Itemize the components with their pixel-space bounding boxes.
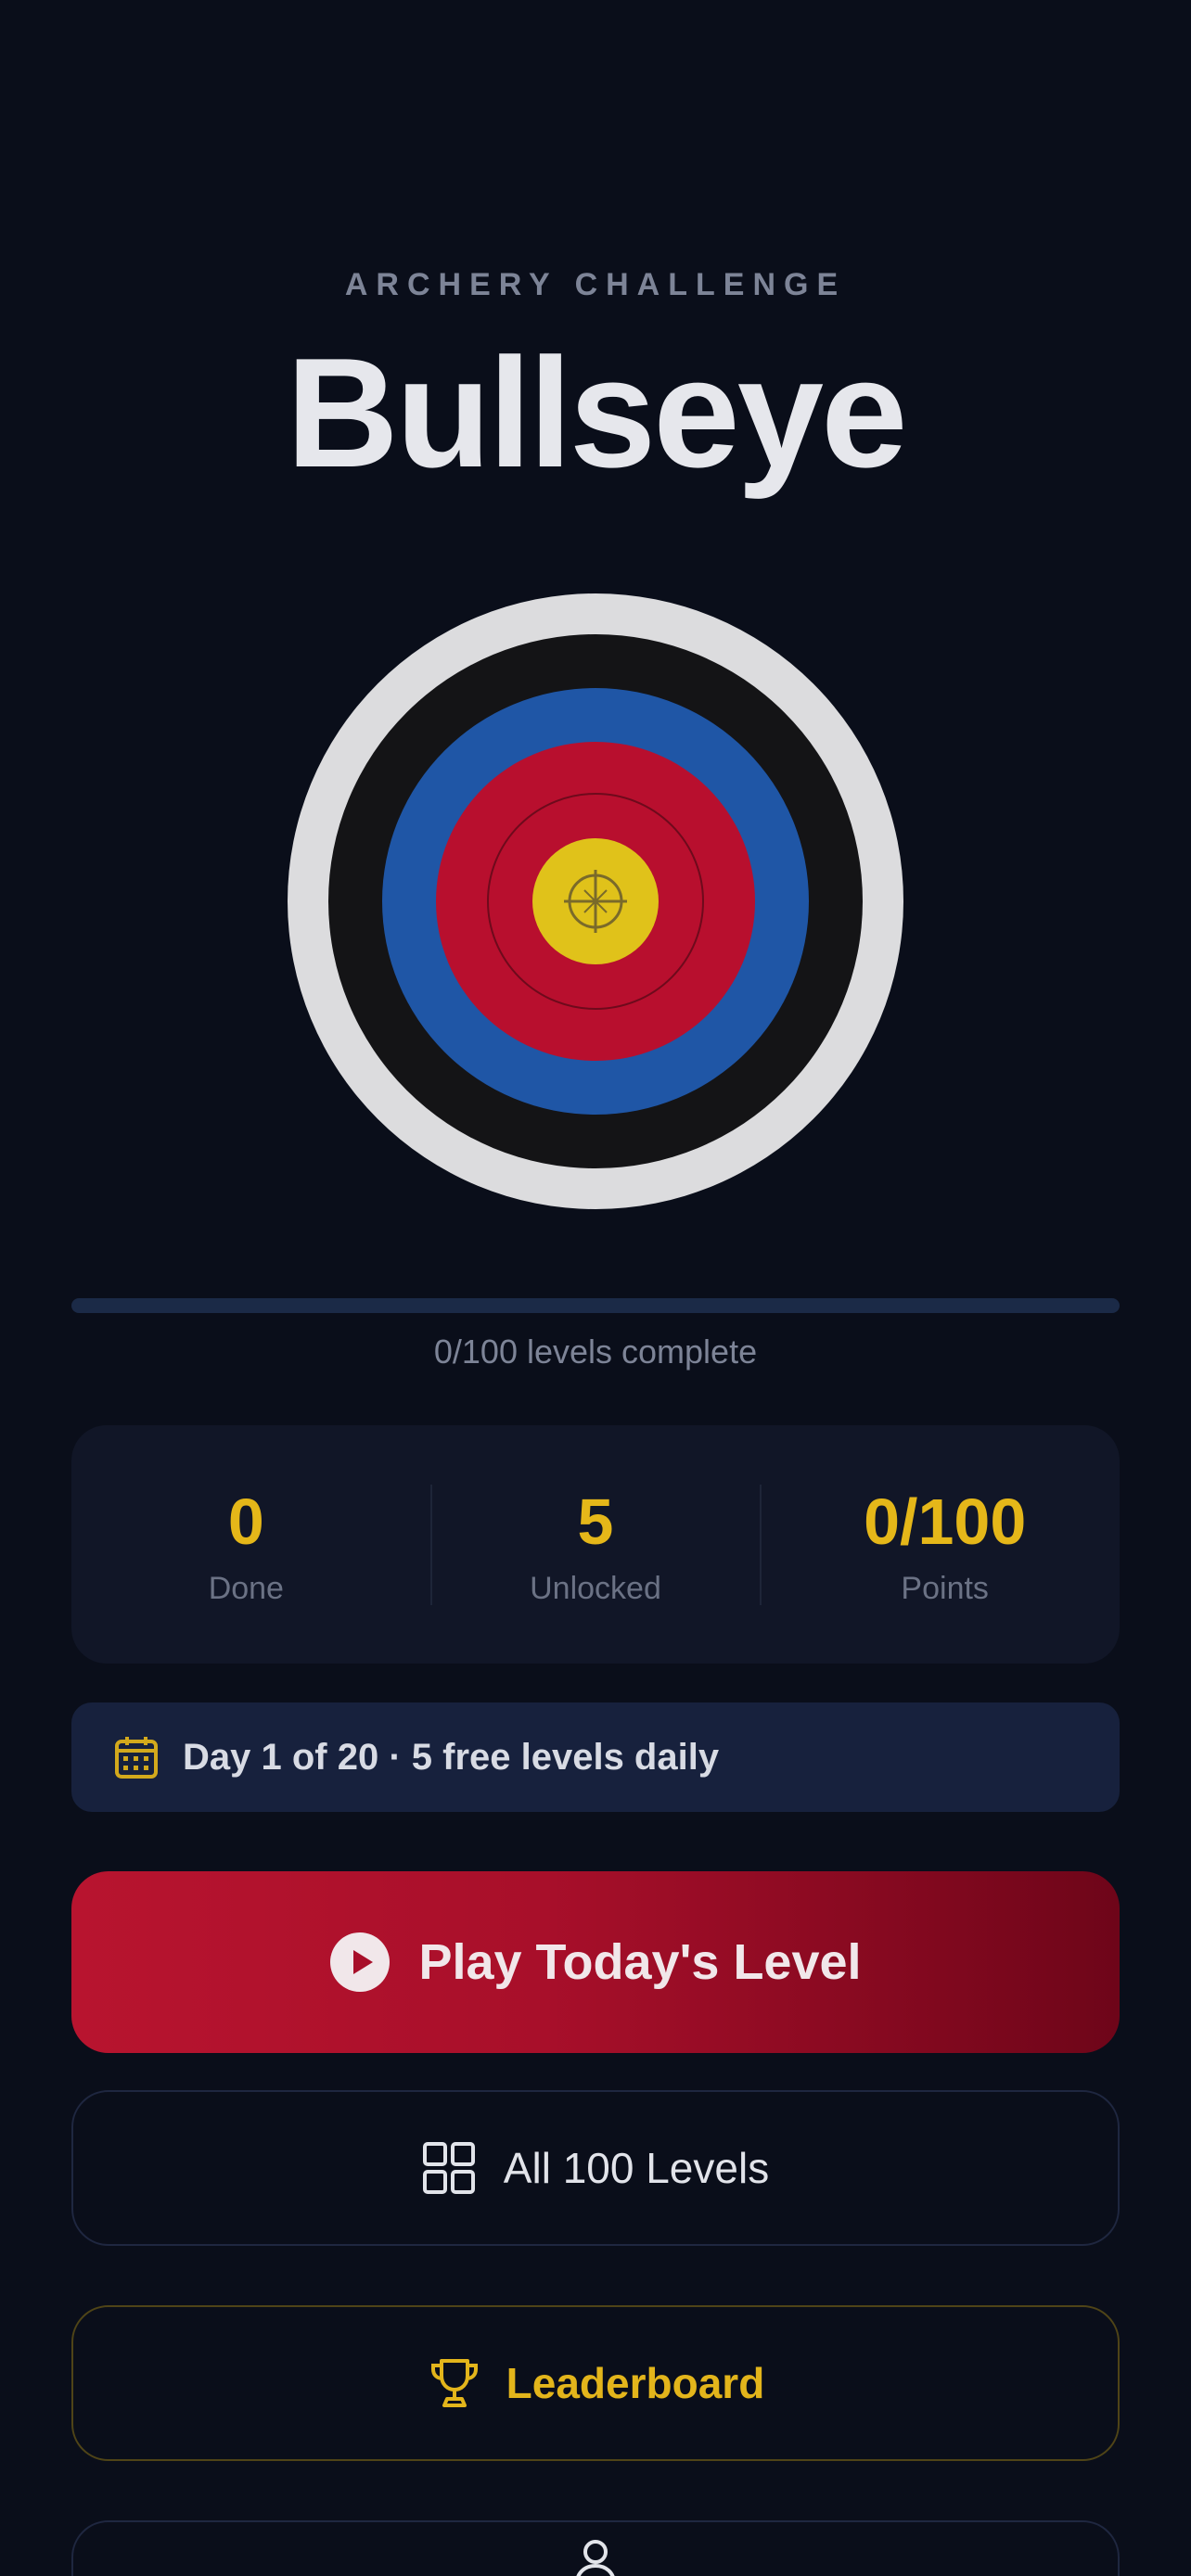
home-screen: ARCHERY CHALLENGE Bullseye 0/100 levels … xyxy=(0,0,1191,2576)
stat-value: 0/100 xyxy=(864,1486,1027,1558)
all-levels-button[interactable]: All 100 Levels xyxy=(71,2090,1120,2246)
daily-info-text: Day 1 of 20 · 5 free levels daily xyxy=(183,1736,720,1778)
stat-divider xyxy=(430,1485,432,1605)
stat-value: 5 xyxy=(577,1486,614,1558)
all-levels-label: All 100 Levels xyxy=(503,2144,770,2192)
progress-label: 0/100 levels complete xyxy=(433,1333,758,1371)
stat-label: Unlocked xyxy=(530,1571,661,1606)
stat-unlocked: 5 Unlocked xyxy=(421,1425,771,1664)
stat-divider xyxy=(760,1485,762,1605)
user-icon xyxy=(576,2540,615,2576)
stat-done: 0 Done xyxy=(71,1425,421,1664)
stat-label: Done xyxy=(208,1571,284,1606)
calendar-icon xyxy=(115,1737,158,1779)
app-title: Bullseye xyxy=(286,325,907,500)
trophy-icon xyxy=(430,2359,478,2407)
play-today-button[interactable]: Play Today's Level xyxy=(71,1871,1120,2053)
stat-value: 0 xyxy=(227,1486,264,1558)
leaderboard-label: Leaderboard xyxy=(506,2359,765,2407)
profile-button[interactable] xyxy=(71,2520,1120,2576)
leaderboard-button[interactable]: Leaderboard xyxy=(71,2305,1120,2461)
stat-points: 0/100 Points xyxy=(770,1425,1120,1664)
app-subtitle: ARCHERY CHALLENGE xyxy=(344,267,847,302)
play-circle-icon xyxy=(330,1932,391,1992)
archery-target xyxy=(288,593,903,1209)
daily-info-banner: Day 1 of 20 · 5 free levels daily xyxy=(71,1702,1120,1812)
stat-label: Points xyxy=(901,1571,989,1606)
grid-icon xyxy=(422,2142,475,2194)
stats-card: 0 Done 5 Unlocked 0/100 Points xyxy=(71,1425,1120,1664)
progress-bar xyxy=(71,1298,1120,1313)
play-today-label: Play Today's Level xyxy=(418,1934,862,1990)
